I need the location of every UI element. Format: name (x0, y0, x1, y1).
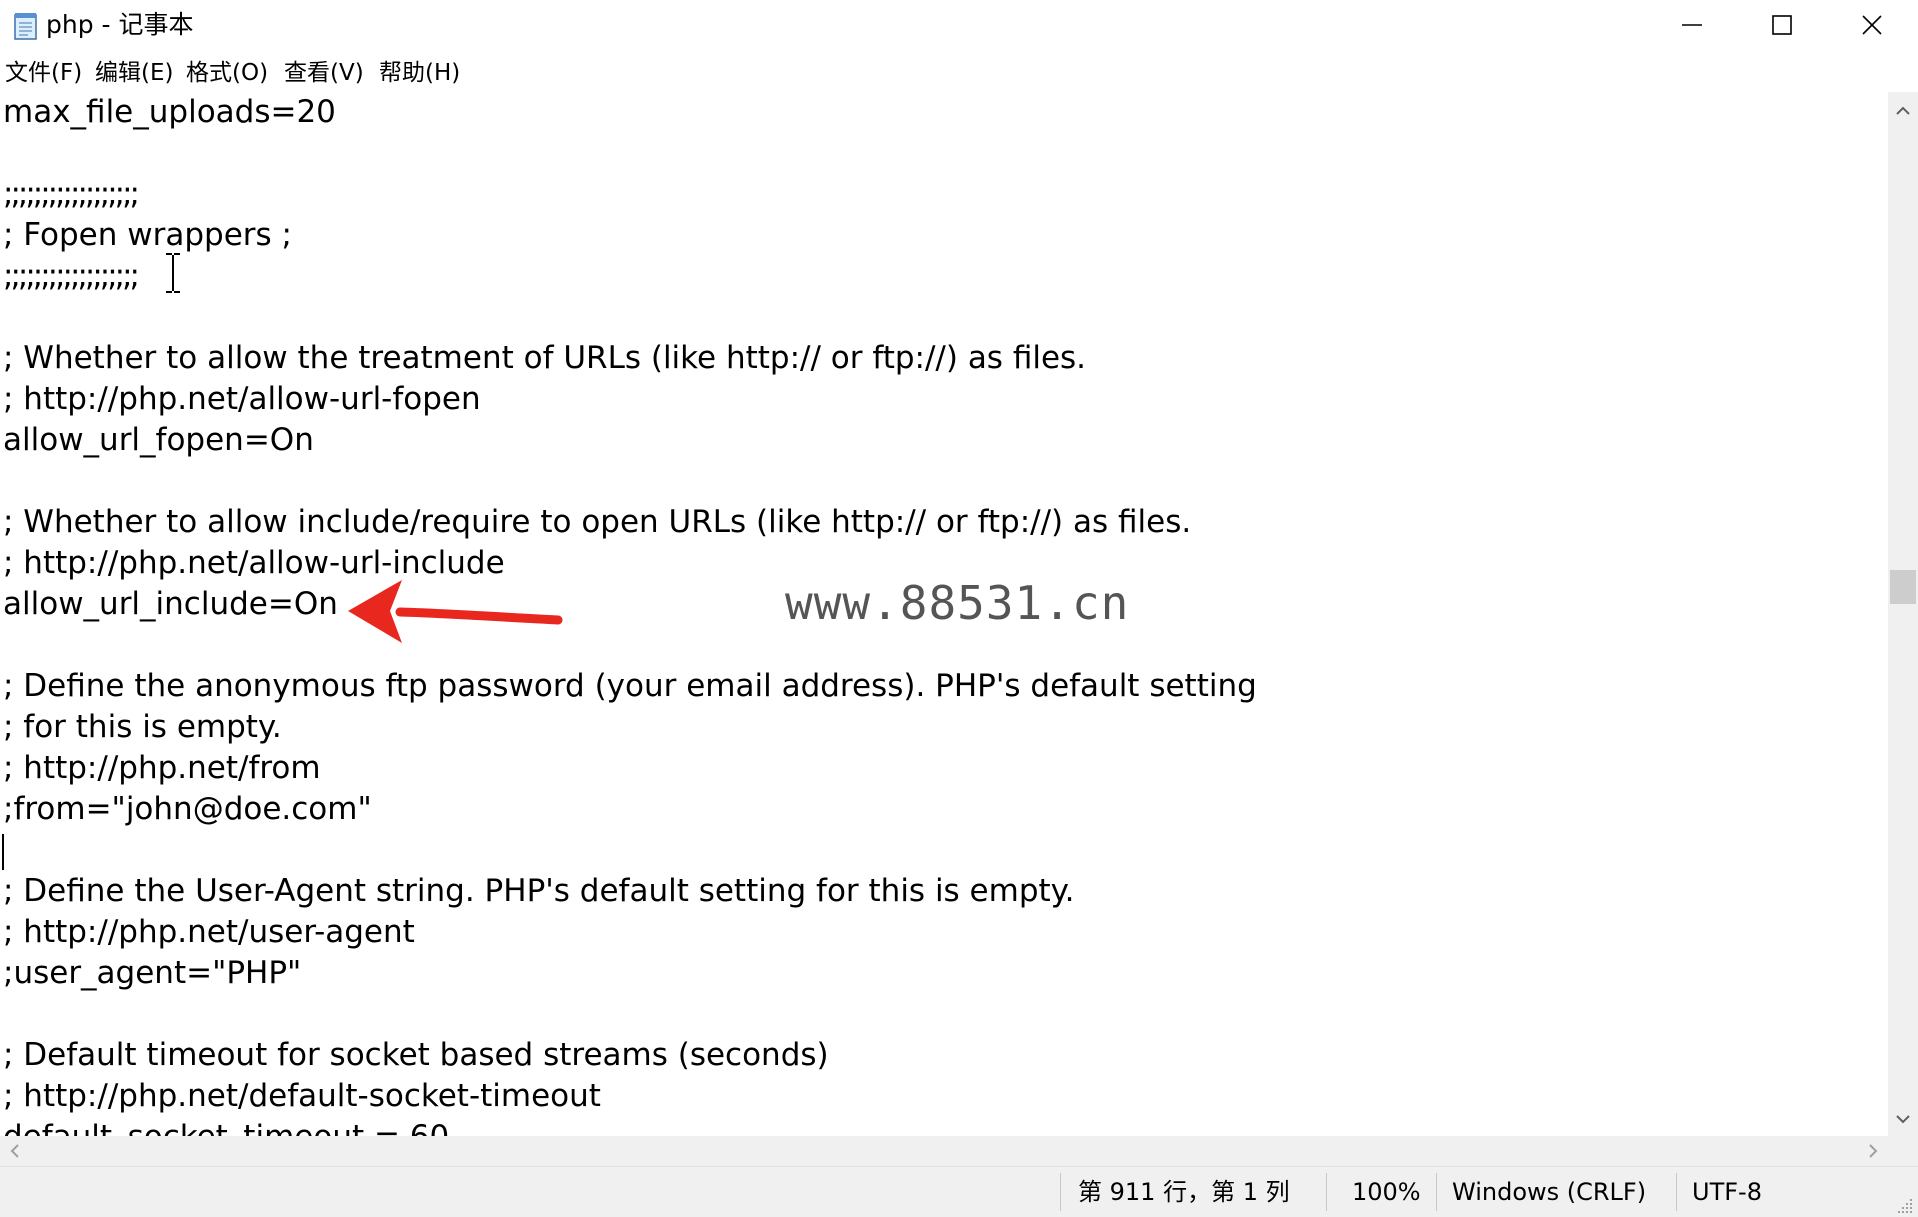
editor-line: allow_url_include=On (3, 586, 338, 622)
status-cursor-position: 第 911 行，第 1 列 (1078, 1178, 1290, 1206)
status-separator (1436, 1173, 1437, 1211)
minimize-button[interactable] (1646, 0, 1738, 50)
text-caret (2, 834, 4, 870)
editor-line: ; Define the User-Agent string. PHP's de… (3, 873, 1075, 909)
scroll-left-button[interactable] (0, 1136, 30, 1166)
editor-line: ;;;;;;;;;;;;;;;;;; (3, 258, 140, 294)
editor-line: allow_url_fopen=On (3, 422, 314, 458)
status-line-ending: Windows (CRLF) (1452, 1178, 1647, 1206)
editor-line: ; Whether to allow the treatment of URLs… (3, 340, 1087, 376)
menu-help[interactable]: 帮助(H) (379, 58, 460, 88)
editor-line: max_file_uploads=20 (3, 94, 336, 130)
menu-edit[interactable]: 编辑(E) (95, 58, 173, 88)
menu-file[interactable]: 文件(F) (5, 58, 82, 88)
maximize-button[interactable] (1736, 0, 1828, 50)
editor-line: ; Whether to allow include/require to op… (3, 504, 1192, 540)
horizontal-scrollbar[interactable] (0, 1136, 1888, 1166)
chevron-up-icon (1896, 106, 1910, 115)
editor-line: default_socket_timeout = 60 (3, 1117, 449, 1136)
editor-line: ; Fopen wrappers ; (3, 217, 292, 253)
chevron-right-icon (1869, 1144, 1878, 1158)
chevron-down-icon (1896, 1115, 1910, 1124)
menu-format[interactable]: 格式(O) (186, 58, 268, 88)
maximize-icon (1772, 15, 1792, 35)
editor-line: ; Define the anonymous ftp password (you… (3, 668, 1257, 704)
vertical-scroll-thumb[interactable] (1890, 570, 1916, 604)
menu-bar: 文件(F) 编辑(E) 格式(O) 查看(V) 帮助(H) (0, 52, 1918, 92)
scroll-up-button[interactable] (1888, 96, 1918, 126)
editor-line: ; http://php.net/from (3, 750, 321, 786)
resize-grip-icon[interactable] (1896, 1197, 1914, 1215)
status-separator (1676, 1173, 1677, 1211)
close-button[interactable] (1826, 0, 1918, 50)
ibeam-cursor-icon (166, 253, 180, 293)
close-icon (1862, 15, 1882, 35)
status-separator (1060, 1173, 1061, 1211)
title-bar: php - 记事本 (0, 0, 1918, 50)
minimize-icon (1682, 24, 1702, 26)
editor-line: ; http://php.net/allow-url-fopen (3, 381, 481, 417)
scroll-down-button[interactable] (1888, 1104, 1918, 1134)
editor-line: ; Default timeout for socket based strea… (3, 1037, 829, 1073)
status-bar: 第 911 行，第 1 列 100% Windows (CRLF) UTF-8 (0, 1166, 1918, 1217)
chevron-left-icon (10, 1144, 19, 1158)
editor-line: ; for this is empty. (3, 709, 282, 745)
editor-line: ;from="john@doe.com" (3, 791, 372, 827)
watermark-text: www.88531.cn (785, 576, 1130, 630)
scroll-right-button[interactable] (1858, 1136, 1888, 1166)
editor-line: ;user_agent="PHP" (3, 955, 302, 991)
window-title: php - 记事本 (46, 10, 194, 39)
editor-line: ; http://php.net/default-socket-timeout (3, 1078, 601, 1114)
notepad-icon (12, 11, 40, 41)
vertical-scrollbar[interactable] (1888, 92, 1918, 1136)
status-encoding: UTF-8 (1692, 1178, 1762, 1206)
red-arrow-annotation (348, 580, 563, 643)
editor-line: ;;;;;;;;;;;;;;;;;; (3, 176, 140, 212)
status-separator (1326, 1173, 1327, 1211)
scrollbar-corner (1888, 1136, 1918, 1166)
status-zoom: 100% (1352, 1178, 1421, 1206)
editor-line: ; http://php.net/user-agent (3, 914, 415, 950)
menu-view[interactable]: 查看(V) (284, 58, 364, 88)
